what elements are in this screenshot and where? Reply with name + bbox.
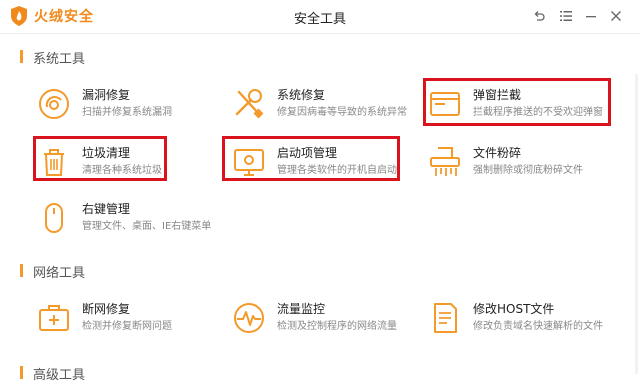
shield-scan-icon — [39, 89, 69, 119]
tool-name: 修改HOST文件 — [473, 302, 555, 316]
tool-desc: 扫描并修复系统漏洞 — [82, 107, 172, 118]
tool-name: 系统修复 — [277, 88, 326, 102]
wrench-screwdriver-icon — [235, 89, 264, 119]
menu-icon — [560, 11, 572, 21]
title-bar: 火绒安全 安全工具 — [0, 0, 640, 34]
tool-name: 断网修复 — [82, 302, 131, 316]
close-icon — [611, 11, 621, 21]
highlight-junk-clean — [33, 136, 167, 181]
tool-system-repair[interactable]: 系统修复 修复因病毒等导致的系统异常 — [231, 82, 423, 124]
tool-edit-host-file[interactable]: 修改HOST文件 修改负责域名快速解析的文件 — [427, 296, 619, 338]
tool-name: 右键管理 — [82, 202, 131, 216]
minimize-icon — [586, 16, 596, 18]
tool-name: 流量监控 — [277, 302, 326, 316]
minimize-button[interactable] — [581, 6, 601, 26]
highlight-popup-block — [423, 78, 611, 126]
medkit-icon — [39, 305, 69, 331]
tool-traffic-monitor[interactable]: 流量监控 检测及控制程序的网络流量 — [231, 296, 423, 338]
close-button[interactable] — [606, 6, 626, 26]
tool-desc: 修复因病毒等导致的系统异常 — [277, 107, 407, 118]
tool-name: 文件粉碎 — [473, 146, 522, 160]
section-advanced-tools: 高级工具 — [19, 364, 85, 383]
tool-desc: 检测并修复断网问题 — [82, 321, 172, 332]
scrollbar[interactable] — [635, 74, 638, 374]
tool-leak-fix[interactable]: 漏洞修复 扫描并修复系统漏洞 — [36, 82, 228, 124]
tool-file-shred[interactable]: 文件粉碎 强制删除或彻底粉碎文件 — [427, 140, 619, 182]
highlight-startup-manager — [222, 136, 400, 181]
tool-desc: 强制删除或彻底粉碎文件 — [473, 165, 583, 176]
menu-button[interactable] — [556, 6, 576, 26]
undo-icon — [534, 11, 545, 21]
tool-network-repair[interactable]: 断网修复 检测并修复断网问题 — [36, 296, 228, 338]
document-icon — [434, 303, 457, 333]
tool-right-click-manager[interactable]: 右键管理 管理文件、桌面、IE右键菜单 — [36, 196, 228, 238]
tool-desc: 修改负责域名快速解析的文件 — [473, 321, 603, 332]
tool-desc: 管理文件、桌面、IE右键菜单 — [82, 221, 212, 232]
mouse-icon — [45, 203, 63, 233]
section-network-tools: 网络工具 — [19, 262, 85, 281]
pulse-icon — [234, 303, 264, 333]
tool-desc: 检测及控制程序的网络流量 — [277, 321, 397, 332]
tool-name: 漏洞修复 — [82, 88, 131, 102]
back-button[interactable] — [529, 6, 549, 26]
section-system-tools: 系统工具 — [19, 48, 85, 67]
shredder-icon — [430, 147, 460, 176]
